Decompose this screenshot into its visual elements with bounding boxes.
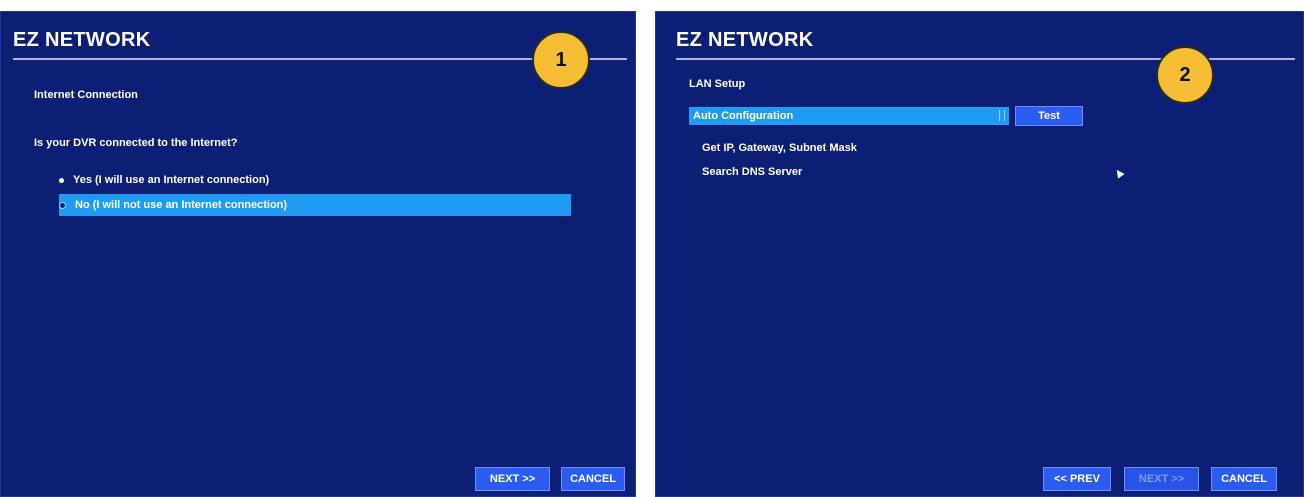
question-text: Is your DVR connected to the Internet? <box>34 137 238 149</box>
next-button[interactable]: NEXT >> <box>1124 467 1199 491</box>
cancel-button[interactable]: CANCEL <box>561 467 625 491</box>
info-line-ip: Get IP, Gateway, Subnet Mask <box>702 142 857 154</box>
radio-option-no[interactable]: No (I will not use an Internet connectio… <box>59 194 571 216</box>
radio-dot-icon <box>59 201 66 209</box>
window-title: EZ NETWORK <box>676 29 814 51</box>
section-label: Internet Connection <box>34 89 138 101</box>
step-badge: 1 <box>532 31 590 89</box>
next-button[interactable]: NEXT >> <box>475 467 550 491</box>
ez-network-screen-lan-setup: EZ NETWORK 2 LAN Setup Auto Configuratio… <box>655 11 1304 497</box>
radio-option-label: Yes (I will use an Internet connection) <box>73 174 270 186</box>
section-label: LAN Setup <box>689 78 746 90</box>
mouse-cursor-icon <box>1113 167 1125 179</box>
radio-option-label: No (I will not use an Internet connectio… <box>75 199 288 211</box>
window-title: EZ NETWORK <box>13 29 151 51</box>
test-button[interactable]: Test <box>1015 106 1083 126</box>
radio-option-yes[interactable]: Yes (I will use an Internet connection) <box>59 169 571 191</box>
step-badge: 2 <box>1156 46 1214 104</box>
radio-dot-icon <box>59 177 64 183</box>
ez-network-screen-internet-connection: EZ NETWORK 1 Internet Connection Is your… <box>0 11 636 497</box>
info-line-dns: Search DNS Server <box>702 166 803 178</box>
configuration-select[interactable]: Auto Configuration <box>689 107 1009 125</box>
prev-button[interactable]: << PREV <box>1043 467 1111 491</box>
cancel-button[interactable]: CANCEL <box>1211 467 1277 491</box>
configuration-select-value: Auto Configuration <box>693 110 794 122</box>
select-scroll-icon <box>999 110 1005 121</box>
